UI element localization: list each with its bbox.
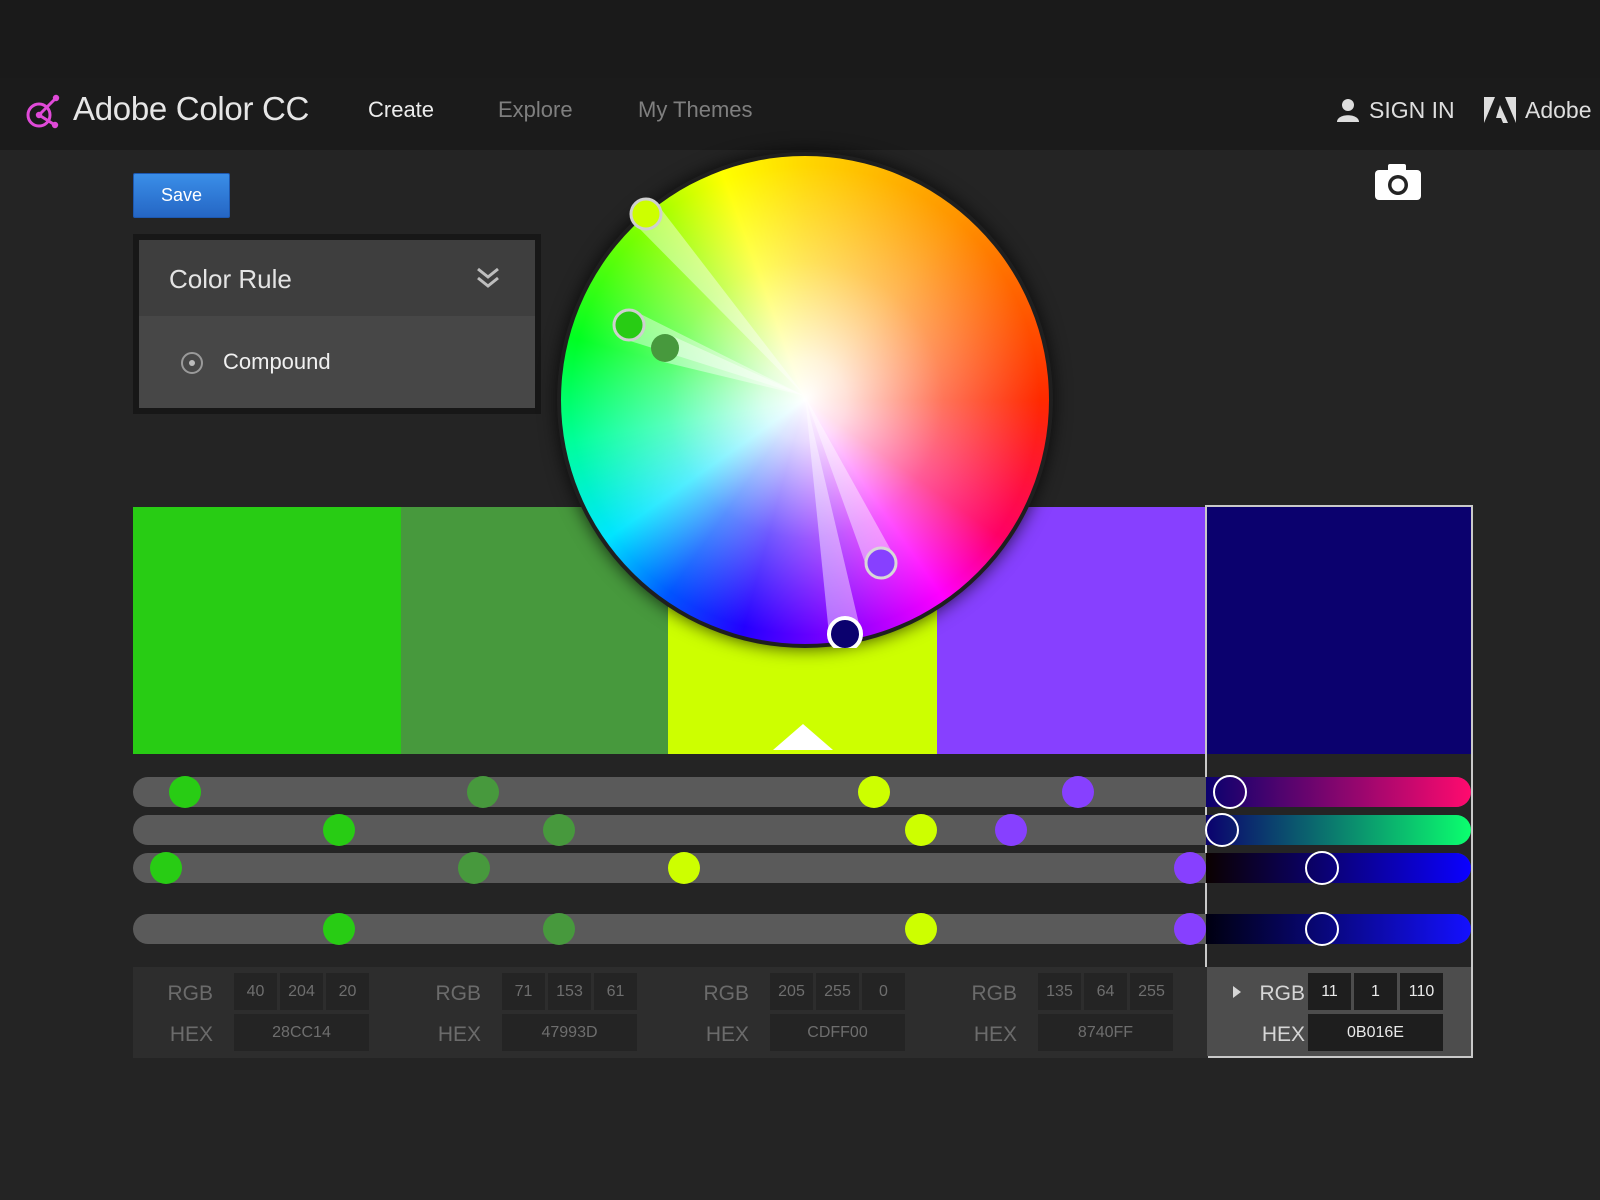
rgb-r-field[interactable]: 40: [234, 973, 277, 1010]
wheel-handle-5[interactable]: [827, 616, 863, 648]
slider-2-knob-1[interactable]: [323, 814, 355, 846]
wheel-ray-2: [660, 334, 805, 396]
app-window: Adobe Color CC Create Explore My Themes …: [0, 0, 1600, 1200]
slider-3-knob-3[interactable]: [668, 852, 700, 884]
slider-1-knob-4[interactable]: [1062, 776, 1094, 808]
rgb-r-field[interactable]: 11: [1308, 973, 1351, 1010]
wheel-handle-2[interactable]: [651, 334, 679, 362]
adobe-link[interactable]: Adobe: [1484, 95, 1592, 125]
adobe-label: Adobe: [1525, 96, 1592, 123]
color-values-1: RGB 40 204 20 HEX 28CC14: [133, 967, 385, 1058]
brightness-slider-knob-4[interactable]: [1174, 913, 1206, 945]
hex-label: HEX: [973, 1023, 1017, 1046]
slider-2-knob-3[interactable]: [905, 814, 937, 846]
rgb-g-field[interactable]: 1: [1354, 973, 1397, 1010]
slider-1-knob-1[interactable]: [169, 776, 201, 808]
color-rule-title: Color Rule: [169, 264, 292, 294]
hex-field[interactable]: 28CC14: [234, 1014, 369, 1051]
rgb-label: RGB: [435, 982, 481, 1005]
radio-icon[interactable]: [181, 352, 203, 374]
nav-create[interactable]: Create: [368, 97, 434, 123]
rgb-b-field[interactable]: 255: [1130, 973, 1173, 1010]
rgb-r-field[interactable]: 135: [1038, 973, 1081, 1010]
swatch-5[interactable]: [1205, 507, 1471, 754]
color-rule-option-compound[interactable]: Compound: [223, 349, 331, 375]
color-values-4: RGB 135 64 255 HEX 8740FF: [937, 967, 1189, 1058]
slider-2-knob-2[interactable]: [543, 814, 575, 846]
adobe-color-logo-icon[interactable]: [22, 92, 64, 134]
rgb-b-field[interactable]: 110: [1400, 973, 1443, 1010]
sign-in-link[interactable]: SIGN IN: [1335, 95, 1455, 125]
hex-label: HEX: [705, 1023, 749, 1046]
camera-icon[interactable]: [1374, 163, 1422, 201]
brightness-slider-knob-1[interactable]: [323, 913, 355, 945]
color-wheel-handles: [612, 197, 898, 648]
hex-field[interactable]: 47993D: [502, 1014, 637, 1051]
rgb-label: RGB: [703, 982, 749, 1005]
color-rule-panel: Color Rule Compound: [133, 234, 541, 414]
rgb-b-field[interactable]: 61: [594, 973, 637, 1010]
slider-2-active-gradient: [1206, 815, 1471, 845]
hex-field[interactable]: 0B016E: [1308, 1014, 1443, 1051]
wheel-ray-1: [623, 311, 805, 396]
nav-my-themes[interactable]: My Themes: [638, 97, 753, 123]
rgb-label: RGB: [1259, 982, 1305, 1005]
color-values-panel: RGB 40 204 20 HEX 28CC14 RGB 71 153 61 HEX 47993D RG…: [133, 967, 1208, 1058]
top-band: [0, 0, 1600, 78]
slider-3-knob-1[interactable]: [150, 852, 182, 884]
hex-label: HEX: [169, 1023, 213, 1046]
hex-label: HEX: [437, 1023, 481, 1046]
slider-2-knob-active[interactable]: [1205, 813, 1239, 847]
slider-1-knob-2[interactable]: [467, 776, 499, 808]
rgb-r-field[interactable]: 71: [502, 973, 545, 1010]
active-color-values: RGB 11 1 110 HEX 0B016E: [1207, 967, 1471, 1056]
rgb-label: RGB: [167, 982, 213, 1005]
slider-1-knob-active[interactable]: [1213, 775, 1247, 809]
rgb-r-field[interactable]: 205: [770, 973, 813, 1010]
nav-explore[interactable]: Explore: [498, 97, 573, 123]
brightness-slider-knob-3[interactable]: [905, 913, 937, 945]
slider-3-knob-2[interactable]: [458, 852, 490, 884]
rgb-label: RGB: [971, 982, 1017, 1005]
color-values-2: RGB 71 153 61 HEX 47993D: [401, 967, 653, 1058]
slider-2-knob-4[interactable]: [995, 814, 1027, 846]
wheel-handle-4[interactable]: [864, 546, 898, 580]
wheel-handle-3[interactable]: [629, 197, 663, 231]
slider-3-knob-active[interactable]: [1305, 851, 1339, 885]
rgb-b-field[interactable]: 0: [862, 973, 905, 1010]
wheel-handle-1[interactable]: [612, 308, 646, 342]
adobe-logo-icon: [1484, 97, 1516, 123]
sign-in-label: SIGN IN: [1369, 96, 1455, 123]
user-icon: [1337, 99, 1359, 122]
save-button[interactable]: Save: [133, 173, 230, 218]
brightness-slider-knob-active[interactable]: [1305, 912, 1339, 946]
color-values-3: RGB 205 255 0 HEX CDFF00: [669, 967, 921, 1058]
color-rule-options: Compound: [139, 316, 535, 408]
rgb-g-field[interactable]: 204: [280, 973, 323, 1010]
brightness-slider-knob-2[interactable]: [543, 913, 575, 945]
swatch-1[interactable]: [133, 507, 401, 754]
slider-3-knob-4[interactable]: [1174, 852, 1206, 884]
rgb-g-field[interactable]: 255: [816, 973, 859, 1010]
expand-triangle-icon[interactable]: [1233, 986, 1241, 998]
base-color-indicator-icon: [773, 724, 833, 750]
slider-1-knob-3[interactable]: [858, 776, 890, 808]
hex-field[interactable]: CDFF00: [770, 1014, 905, 1051]
navbar: Adobe Color CC Create Explore My Themes …: [0, 78, 1600, 150]
rgb-g-field[interactable]: 153: [548, 973, 591, 1010]
color-rule-header[interactable]: Color Rule: [139, 240, 535, 316]
double-chevron-down-icon[interactable]: [475, 266, 501, 290]
brand-title[interactable]: Adobe Color CC: [73, 90, 309, 128]
rgb-g-field[interactable]: 64: [1084, 973, 1127, 1010]
slider-1-track[interactable]: [133, 777, 1471, 807]
hex-field[interactable]: 8740FF: [1038, 1014, 1173, 1051]
rgb-b-field[interactable]: 20: [326, 973, 369, 1010]
color-wheel[interactable]: [557, 152, 1053, 648]
slider-3-track[interactable]: [133, 853, 1471, 883]
hex-label: HEX: [1261, 1023, 1305, 1046]
